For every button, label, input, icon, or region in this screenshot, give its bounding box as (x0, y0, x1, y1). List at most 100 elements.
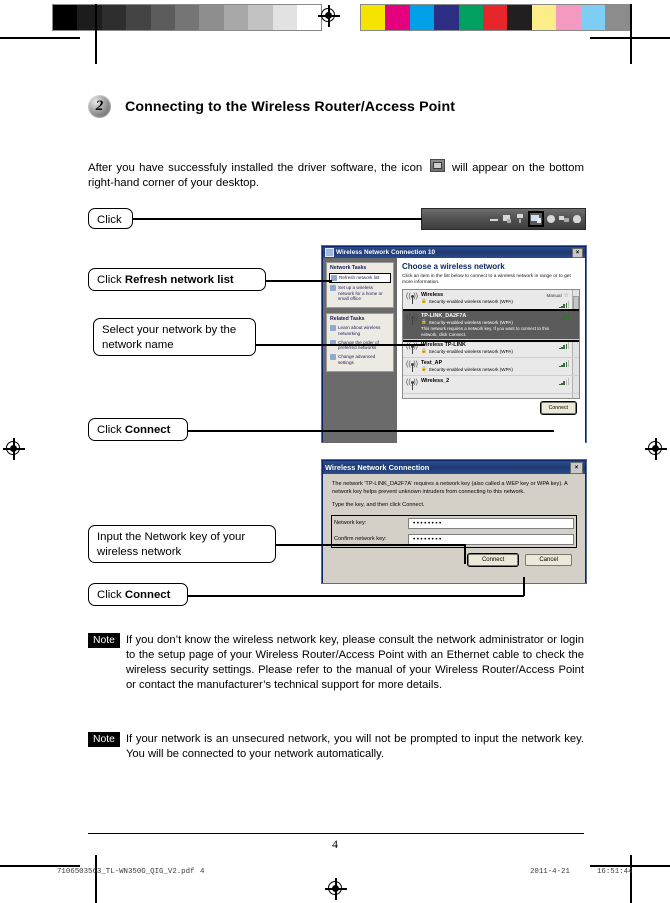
note-block-1: Note If you don’t know the wireless netw… (88, 633, 584, 693)
wireless-tray-icon (429, 159, 445, 173)
trim-line-bottom-left (95, 855, 97, 903)
wireless-monitor-icon[interactable] (531, 214, 541, 224)
volume-icon[interactable] (489, 214, 499, 224)
help-icon (330, 325, 336, 332)
gray-swatch (199, 5, 224, 30)
wireless-signal-icon: (()) (406, 378, 418, 391)
browse-dialog-title: Wireless Network Connection 10 (336, 249, 436, 256)
network-key-row: Network key: •••••••• (334, 517, 574, 529)
confirm-network-key-input[interactable]: •••••••• (408, 533, 574, 545)
network-security-label: 🔒 Security-enabled wireless network (WPA) (421, 298, 513, 304)
color-swatch (434, 5, 459, 30)
wireless-utility-tray-icon[interactable] (528, 211, 544, 227)
network-row-right (559, 342, 576, 355)
color-swatch (409, 5, 435, 30)
wireless-signal-icon: (()) (406, 292, 418, 305)
callout-select-network-label: Select your network by the network name (102, 324, 237, 351)
note-text: If your network is an unsecured network,… (125, 733, 584, 760)
key-dialog-titlebar: Wireless Network Connection × (323, 461, 585, 474)
safely-remove-icon[interactable] (515, 214, 525, 224)
gray-swatch (272, 5, 297, 30)
signal-strength-bars (559, 342, 569, 350)
network-info: TP-LINK_DA2F7A 🔒 Security-enabled wireless… (421, 313, 556, 337)
choose-network-heading: Choose a wireless network (402, 262, 505, 271)
browse-dialog-sidebar: Network Tasks Refresh network list Set u… (323, 258, 397, 443)
gray-swatch (174, 5, 200, 30)
network-security-label: 🔒 Security-enabled wireless network (WPA) (421, 319, 513, 325)
network-list-item[interactable]: (()) Wireless TP-LINK 🔒 Security-enabled wi… (403, 340, 579, 359)
leader-line-tray (132, 218, 422, 220)
callout-connect1-bold: Connect (124, 424, 171, 436)
related-tasks-group: Related Tasks Learn about wireless netwo… (326, 313, 394, 372)
registration-mark-bottom-icon (325, 878, 347, 900)
signal-strength-bars (559, 378, 569, 386)
leader-line-input-key-vertical (464, 544, 466, 564)
section-heading: 2 Connecting to the Wireless Router/Acce… (88, 95, 455, 118)
confirm-network-key-label: Confirm network key: (334, 536, 387, 543)
sidebar-item-label: Learn about wireless networking (338, 325, 381, 336)
sidebar-item-refresh-network-list[interactable]: Refresh network list (329, 273, 391, 283)
key-dialog-message: The network 'TP-LINK_DA2F7A' requires a … (332, 481, 568, 495)
sidebar-item-advanced-settings[interactable]: Change advanced settings (330, 354, 390, 365)
callout-connect2-bold: Connect (124, 589, 171, 601)
intro-paragraph: After you have successfuly installed the… (88, 159, 584, 191)
windows-taskbar-tray (421, 208, 586, 230)
color-swatch (385, 5, 410, 30)
network-connection-icon[interactable] (559, 214, 569, 224)
network-list-item-selected[interactable]: (()) TP-LINK_DA2F7A 🔒 Security-enabled wire… (403, 309, 579, 343)
security-shield-icon[interactable] (572, 214, 582, 224)
network-list-item[interactable]: (()) Wireless_2 (403, 376, 579, 395)
connect-button[interactable]: Connect (539, 401, 578, 415)
signal-strength-bars (559, 301, 569, 309)
browse-dialog-titlebar: Wireless Network Connection 10 × (323, 247, 585, 258)
close-icon[interactable]: × (572, 247, 583, 258)
network-key-input[interactable]: •••••••• (408, 517, 574, 529)
sidebar-item-setup-wireless-network[interactable]: Set up a wireless network for a home or … (330, 285, 390, 302)
gray-swatch (150, 5, 175, 30)
trim-line-bottom-right (630, 855, 632, 903)
setup-wizard-icon (330, 285, 336, 291)
confirm-network-key-row: Confirm network key: •••••••• (334, 533, 574, 545)
color-swatch (361, 5, 386, 30)
color-swatch (580, 5, 605, 30)
print-page-number: 4 (200, 868, 205, 876)
connect-button[interactable]: Connect (466, 552, 520, 568)
window-icon (325, 248, 334, 257)
callout-click-tray-label: Click (97, 214, 122, 226)
key-fields-group: Network key: •••••••• Confirm network ke… (331, 514, 577, 548)
power-icon[interactable] (546, 214, 556, 224)
network-list-item[interactable]: (()) Wireless 🔒 Security-enabled wireless n… (403, 290, 579, 312)
network-key-dialog[interactable]: Wireless Network Connection × The networ… (322, 460, 586, 583)
wireless-signal-icon: (()) (406, 360, 418, 373)
signal-strength-bars (559, 313, 569, 321)
color-swatch (458, 5, 483, 30)
section-number-badge: 2 (88, 95, 111, 118)
sidebar-item-learn-about-wireless[interactable]: Learn about wireless networking (330, 325, 390, 336)
color-calibration-bar (360, 4, 631, 31)
cancel-button[interactable]: Cancel (525, 553, 572, 567)
callout-click-connect-1: Click Connect (88, 418, 188, 441)
source-file-name: 7106503563_TL-WN350G_QIG_V2.pdf (57, 868, 195, 876)
print-date: 2011-4-21 (530, 868, 570, 876)
crop-mark-bottom-left (0, 865, 80, 867)
registration-mark-icon (318, 5, 340, 27)
callout-connect2-prefix: Click (97, 589, 125, 601)
print-time: 16:51:44 (597, 868, 633, 876)
network-list-item[interactable]: (()) Test_AP 🔒 Security-enabled wireless ne… (403, 358, 579, 377)
key-dialog-title: Wireless Network Connection (325, 463, 430, 472)
available-networks-list[interactable]: (()) Wireless 🔒 Security-enabled wireless n… (402, 289, 580, 400)
footer-rule (88, 833, 584, 835)
close-icon[interactable]: × (570, 461, 583, 474)
note-block-2: Note If your network is an unsecured net… (88, 732, 584, 762)
gray-swatch (77, 5, 102, 30)
network-key-label: Network key: (334, 520, 367, 527)
network-row-right (559, 360, 576, 373)
network-mode-label: Manual (546, 293, 562, 299)
lock-icon: 🔒 (421, 319, 427, 325)
key-dialog-instruction: Type the key, and then click Connect. (332, 502, 425, 509)
callout-refresh-prefix: Click (97, 274, 125, 286)
related-tasks-title: Related Tasks (330, 316, 365, 323)
signal-strength-bars (559, 360, 569, 368)
network-activity-icon[interactable] (502, 214, 512, 224)
gear-icon (330, 354, 336, 361)
